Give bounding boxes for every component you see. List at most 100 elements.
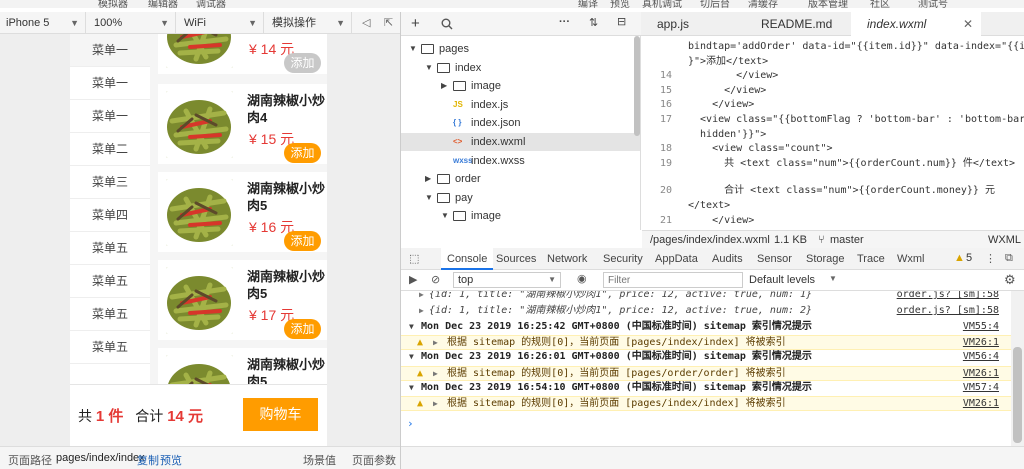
tab-app-js[interactable]: app.js [657,12,689,36]
git-branch[interactable]: master [830,231,864,249]
tree-item-code-png[interactable]: ▣ code.png [401,226,640,230]
add-button[interactable]: 添加 [284,231,321,251]
menu-remote-debug[interactable]: 真机调试 [642,0,682,8]
menu-compile[interactable]: 编译 [578,0,598,8]
devtools-tab-console[interactable]: Console [441,248,494,270]
folder-icon [421,44,434,54]
tree-item-index[interactable]: ▼ index [401,59,640,77]
console-source-link[interactable]: VM56:4 [963,350,999,364]
console-prompt-icon[interactable]: › [407,417,414,430]
close-icon[interactable]: ✕ [963,12,973,36]
console-source-link[interactable]: VM26:1 [963,367,999,381]
console-source-link[interactable]: order.js? [sm]:58 [897,304,999,318]
tree-item-index-js[interactable]: JS index.js [401,96,640,114]
category-item[interactable]: 菜单一 [70,100,150,133]
chevron-down-icon[interactable]: ▼ [409,320,414,334]
add-button[interactable]: 添加 [284,143,321,163]
devtools-tab-audits[interactable]: Audits [712,248,743,270]
log-levels-select[interactable]: Default levels [749,274,815,286]
language-mode[interactable]: WXML [988,231,1021,249]
code-editor[interactable]: bindtap='addOrder' data-id="{{item.id}}"… [642,36,1024,230]
device-select[interactable]: iPhone 5 ▼ [0,12,86,34]
expand-icon[interactable]: ▶ [419,304,424,318]
scene-value-button[interactable]: 场景值 [303,452,336,468]
sidebar-toggle-icon[interactable]: ▶ [409,273,417,286]
split-icon[interactable]: ⊟ [617,15,626,28]
clear-console-icon[interactable]: ⊘ [431,273,440,286]
menu-version[interactable]: 版本管理 [808,0,848,8]
console-source-link[interactable]: order.js? [sm]:58 [897,291,999,302]
menu-clear-cache[interactable]: 清缓存 [748,0,778,8]
category-item[interactable]: 菜单二 [70,133,150,166]
context-select[interactable]: top ▼ [453,272,561,288]
console-filter-input[interactable] [603,272,743,288]
category-item[interactable]: 菜单四 [70,199,150,232]
scrollbar-thumb[interactable] [1013,347,1022,443]
operation-select[interactable]: 模拟操作 ▼ [266,12,352,34]
tree-item-index-wxss[interactable]: wxss index.wxss [401,152,640,170]
tree-item-image[interactable]: ▶ image [401,77,640,95]
menu-community[interactable]: 社区 [870,0,890,8]
devtools-tab-storage[interactable]: Storage [806,248,845,270]
menu-simulator[interactable]: 模拟器 [98,0,128,8]
add-button[interactable]: 添加 [284,53,321,73]
more-icon[interactable]: ··· [559,16,570,28]
eye-icon[interactable]: ◉ [577,272,587,285]
gear-icon[interactable]: ⚙ [1004,272,1016,288]
tree-item-image[interactable]: ▼ image [401,207,640,225]
network-select[interactable]: WiFi ▼ [178,12,264,34]
search-icon[interactable] [441,18,453,30]
devtools-tab-appdata[interactable]: AppData [655,248,698,270]
inspect-icon[interactable]: ⬚ [409,252,419,265]
copy-link[interactable]: 复制 [137,452,159,468]
console-source-link[interactable]: VM55:4 [963,320,999,334]
cart-button[interactable]: 购物车 [243,398,318,431]
mute-icon[interactable]: ◁ [356,12,376,34]
category-item[interactable]: 菜单三 [70,166,150,199]
page-params-button[interactable]: 页面参数 [352,452,396,468]
add-icon[interactable]: + [411,15,420,32]
menu-background[interactable]: 切后台 [700,0,730,8]
tab-index-wxml[interactable]: index.wxml ✕ [851,12,981,36]
tree-item-pay[interactable]: ▼ pay [401,189,640,207]
tree-item-order[interactable]: ▶ order [401,170,640,188]
sort-icon[interactable]: ⇅ [589,16,598,29]
tree-item-index-json[interactable]: { } index.json [401,114,640,132]
popout-icon[interactable]: ⇱ [378,12,398,34]
console-scrollbar[interactable] [1011,291,1024,446]
devtools-tab-sensor[interactable]: Sensor [757,248,792,270]
preview-link[interactable]: 预览 [160,452,182,468]
devtools-tab-security[interactable]: Security [603,248,643,270]
dock-icon[interactable]: ⧉ [1005,252,1013,265]
add-button[interactable]: 添加 [284,319,321,339]
menu-editor[interactable]: 编辑器 [148,0,178,8]
menu-preview[interactable]: 预览 [610,0,630,8]
category-item[interactable]: 菜单一 [70,67,150,100]
zoom-select[interactable]: 100% ▼ [88,12,176,34]
expand-icon[interactable]: ▶ [433,336,438,350]
tree-item-index-wxml[interactable]: <> index.wxml [401,133,640,151]
category-item[interactable]: 菜单五 [70,265,150,298]
console-source-link[interactable]: VM26:1 [963,336,999,350]
console-source-link[interactable]: VM57:4 [963,381,999,395]
chevron-down-icon[interactable]: ▼ [409,381,414,395]
chevron-down-icon[interactable]: ▼ [409,350,414,364]
menu-debugger[interactable]: 调试器 [196,0,226,8]
category-item[interactable]: 菜单一 [70,34,150,67]
more-vertical-icon[interactable]: ⋮ [985,252,996,265]
category-item[interactable]: 菜单五 [70,298,150,331]
devtools-tab-wxml[interactable]: Wxml [897,248,925,270]
expand-icon[interactable]: ▶ [433,367,438,381]
category-item[interactable]: 菜单五 [70,331,150,364]
devtools-tab-sources[interactable]: Sources [496,248,536,270]
devtools-tab-trace[interactable]: Trace [857,248,885,270]
tab-readme[interactable]: README.md [761,12,832,36]
category-item[interactable]: 菜单五 [70,232,150,265]
console-source-link[interactable]: VM26:1 [963,397,999,411]
expand-icon[interactable]: ▶ [419,291,424,302]
expand-icon[interactable]: ▶ [433,397,438,411]
tree-item-pages[interactable]: ▼ pages [401,40,640,58]
tree-scrollbar-thumb[interactable] [634,36,640,136]
devtools-tab-network[interactable]: Network [547,248,587,270]
menu-test-account[interactable]: 测试号 [918,0,948,8]
